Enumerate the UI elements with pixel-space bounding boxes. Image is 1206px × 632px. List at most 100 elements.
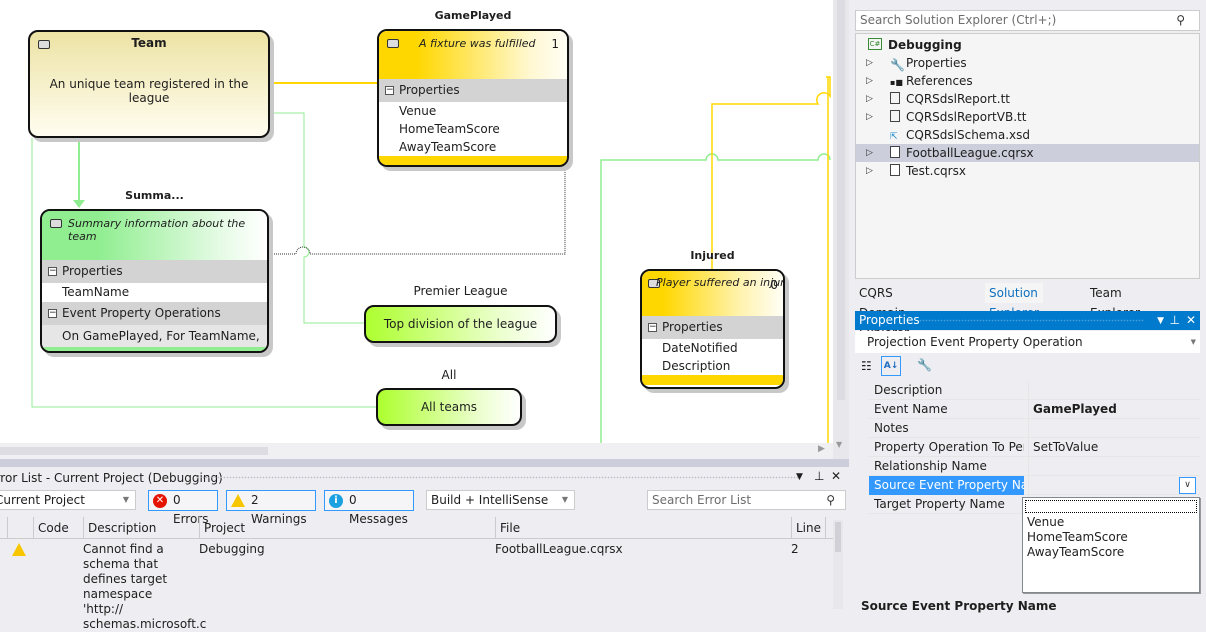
error-line: 2 <box>791 542 799 556</box>
expand-icon[interactable]: ▷ <box>866 90 873 108</box>
tree-item-test[interactable]: ▷ Test.cqrsx <box>856 162 1199 180</box>
injured-description: Player suffered an injury <box>656 276 785 289</box>
collapse-icon[interactable]: − <box>48 267 57 276</box>
column-code[interactable]: Code <box>33 517 83 539</box>
operation-item[interactable]: On GamePlayed, For TeamName, s... <box>42 325 267 347</box>
connector-team-premier <box>270 112 364 324</box>
property-item[interactable]: Description <box>642 357 783 375</box>
scroll-thumb[interactable] <box>837 0 845 400</box>
property-row-source-event[interactable]: Source Event Property Name∨ <box>869 476 1200 495</box>
collapse-icon[interactable]: − <box>48 309 57 318</box>
scroll-right-icon[interactable]: ▶ <box>818 444 825 454</box>
dropdown-icon[interactable]: ▼ <box>1157 312 1164 331</box>
tree-item-schema-xsd[interactable]: ⇱ CQRSdslSchema.xsd <box>856 126 1199 144</box>
title-grip <box>196 476 799 479</box>
column-severity[interactable] <box>7 517 33 539</box>
solution-explorer-toolbar <box>855 0 1200 9</box>
expand-icon[interactable]: ▷ <box>866 72 873 90</box>
property-row-operation[interactable]: Property Operation To PerformSetToValue <box>869 438 1200 457</box>
warnings-filter-button[interactable]: 2 Warnings <box>226 490 316 526</box>
dropdown-option[interactable]: AwayTeamScore <box>1023 545 1199 560</box>
tab-cqrs-domain-explorer[interactable]: CQRS Domain Explorer <box>855 283 913 340</box>
text-file-icon <box>890 92 900 104</box>
source-select[interactable]: Build + IntelliSense ▼ <box>426 490 575 510</box>
close-icon[interactable]: ✕ <box>1186 311 1196 330</box>
team-aggregate[interactable]: Team An unique team registered in the le… <box>28 30 270 138</box>
search-icon[interactable]: ⚲ <box>1176 11 1185 30</box>
property-item[interactable]: DateNotified <box>642 339 783 357</box>
tab-solution-explorer[interactable]: Solution Explorer <box>985 283 1043 320</box>
property-row-description[interactable]: Description <box>869 381 1200 400</box>
team-description: An unique team registered in the league <box>49 77 249 105</box>
property-row-event-name[interactable]: Event Name GamePlayed <box>869 400 1200 419</box>
errors-filter-button[interactable]: ✕ 0 Errors <box>148 490 218 526</box>
expand-icon[interactable]: ▷ <box>866 162 873 180</box>
tree-item-references[interactable]: ▷ ▪■ References <box>856 72 1199 90</box>
solution-search-input[interactable]: Search Solution Explorer (Ctrl+;) ⚲ <box>855 10 1200 31</box>
properties-header: Properties ▼ ⊥ ✕ <box>855 311 1200 330</box>
error-list-scrollbar[interactable] <box>833 520 843 609</box>
expand-icon[interactable]: ▷ <box>866 108 873 126</box>
gameplayed-description: A fixture was fulfilled <box>419 37 536 50</box>
scroll-down-icon[interactable]: ▼ <box>836 440 842 449</box>
tree-project[interactable]: C# Debugging <box>856 36 1199 54</box>
messages-filter-button[interactable]: i0 Messages <box>324 490 414 526</box>
close-icon[interactable]: ✕ <box>831 469 841 483</box>
tree-item-properties[interactable]: ▷ 🔧 Properties <box>856 54 1199 72</box>
tree-item-footballleague[interactable]: ▷ FootballLeague.cqrsx <box>856 144 1199 162</box>
properties-section[interactable]: − Properties <box>379 79 567 102</box>
pin-icon[interactable]: ⊥ <box>1170 311 1180 330</box>
expand-icon[interactable]: ▷ <box>866 144 873 162</box>
summary-projection[interactable]: Summary information about the team − Prop… <box>40 209 269 353</box>
expand-icon[interactable]: ▷ <box>866 54 873 72</box>
source-property-dropdown[interactable]: Venue HomeTeamScore AwayTeamScore <box>1022 497 1200 593</box>
alphabetical-icon[interactable]: A↓ <box>881 356 901 376</box>
property-item[interactable]: TeamName <box>42 283 267 302</box>
column-file[interactable]: File <box>495 517 791 539</box>
error-description: Cannot find a schema that defines target… <box>83 542 207 631</box>
pin-icon[interactable]: ⊥ <box>814 469 824 483</box>
property-pages-icon[interactable]: 🔧 <box>917 358 932 372</box>
property-row-relationship[interactable]: Relationship Name <box>869 457 1200 476</box>
diagram-horizontal-scrollbar[interactable]: ▶ <box>0 443 833 459</box>
diagram-vertical-scrollbar[interactable]: ▼ <box>833 0 849 459</box>
error-search-input[interactable]: Search Error List ⚲ <box>647 490 846 510</box>
injured-event[interactable]: Player suffered an injury 0 − Properties … <box>640 269 785 389</box>
dropdown-option-empty[interactable] <box>1025 500 1197 513</box>
column-project[interactable]: Project <box>199 517 495 539</box>
premier-league-query[interactable]: Top division of the league <box>364 305 557 343</box>
properties-section[interactable]: − Properties <box>42 260 267 283</box>
column-description[interactable]: Description <box>83 517 199 539</box>
csharp-project-icon: C# <box>868 38 882 50</box>
references-icon: ▪■ <box>890 78 903 87</box>
object-select[interactable]: Projection Event Property Operation ▼ <box>855 331 1200 353</box>
gameplayed-count: 1 <box>551 37 559 51</box>
categorized-icon[interactable]: ☷ <box>861 359 872 373</box>
all-query[interactable]: All teams <box>376 388 522 426</box>
column-line[interactable]: Line <box>791 517 826 539</box>
diagram-canvas[interactable]: Team An unique team registered in the le… <box>0 0 833 443</box>
warning-icon <box>12 543 26 556</box>
gameplayed-event[interactable]: A fixture was fulfilled 1 − Properties Ve… <box>377 29 569 167</box>
properties-section[interactable]: − Properties <box>642 316 783 339</box>
chevron-down-icon: ▼ <box>561 495 568 504</box>
dropdown-icon[interactable]: ▼ <box>796 472 803 482</box>
tab-team-explorer[interactable]: Team Explorer <box>1086 283 1144 320</box>
scroll-thumb[interactable] <box>0 447 268 455</box>
tree-item-report-tt[interactable]: ▷ CQRSdslReport.tt <box>856 90 1199 108</box>
collapse-icon[interactable]: − <box>648 323 657 332</box>
operations-section[interactable]: − Event Property Operations <box>42 302 267 325</box>
property-item[interactable]: HomeTeamScore <box>379 120 567 138</box>
search-icon[interactable]: ⚲ <box>826 491 835 509</box>
collapse-icon[interactable]: − <box>385 86 394 95</box>
property-item[interactable]: Venue <box>379 102 567 120</box>
chevron-down-icon[interactable]: ∨ <box>1179 477 1196 494</box>
property-row-notes[interactable]: Notes <box>869 419 1200 438</box>
property-item[interactable]: AwayTeamScore <box>379 138 567 156</box>
projection-icon <box>50 219 62 228</box>
scope-select[interactable]: Current Project ▼ <box>0 490 136 510</box>
dropdown-option[interactable]: Venue <box>1023 515 1199 530</box>
tree-item-reportvb-tt[interactable]: ▷ CQRSdslReportVB.tt <box>856 108 1199 126</box>
dropdown-option[interactable]: HomeTeamScore <box>1023 530 1199 545</box>
splitter[interactable] <box>0 459 849 467</box>
